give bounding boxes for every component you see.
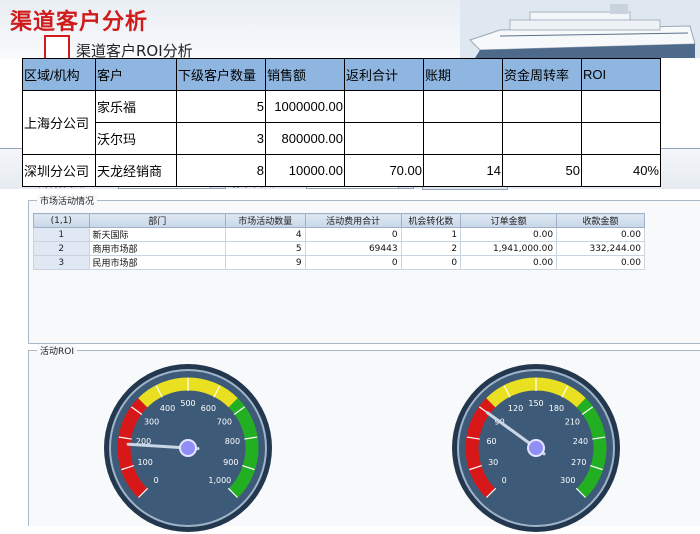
gauge-tick-label: 30 xyxy=(488,458,498,467)
customer-cell: 天龙经销商 xyxy=(95,154,177,187)
dept-cell[interactable]: 商用市场部 xyxy=(88,241,226,256)
gauge-tick-label: 120 xyxy=(508,404,523,413)
table-row[interactable]: 3 民用市场部 9 0 0 0.00 0.00 xyxy=(33,255,645,270)
market-activity-panel: 市场活动情况 (1,1) 部门 市场活动数量 活动费用合计 机会转化数 订单金额… xyxy=(28,194,700,344)
turnover-cell xyxy=(502,122,582,155)
column-header: 客户 xyxy=(95,58,177,91)
column-header[interactable]: 收款金额 xyxy=(556,213,645,228)
gauge-tick-label: 400 xyxy=(160,404,175,413)
customer-cell: 家乐福 xyxy=(95,90,177,123)
sub-count-cell: 8 xyxy=(176,154,266,187)
gauge-tick-label: 100 xyxy=(138,458,153,467)
gauge-tick-label: 500 xyxy=(180,399,195,408)
cost-cell[interactable]: 0 xyxy=(304,227,402,242)
market-activity-legend: 市场活动情况 xyxy=(37,194,98,207)
order-amount-cell[interactable]: 0.00 xyxy=(460,255,558,270)
table-row[interactable]: 1 新天国际 4 0 1 0.00 0.00 xyxy=(33,227,645,242)
roi-cell xyxy=(581,90,661,123)
sales-cell: 10000.00 xyxy=(265,154,345,187)
count-cell[interactable]: 9 xyxy=(224,255,306,270)
rebate-cell: 70.00 xyxy=(344,154,424,187)
conversion-cell[interactable]: 1 xyxy=(400,227,462,242)
column-header[interactable]: 活动费用合计 xyxy=(304,213,402,228)
column-header: 下级客户数量 xyxy=(176,58,266,91)
gauge-tick-label: 210 xyxy=(565,418,580,427)
table-row: 深圳分公司 天龙经销商 8 10000.00 70.00 14 50 40% xyxy=(22,154,661,187)
column-header: 返利合计 xyxy=(344,58,424,91)
gauge-tick-label: 700 xyxy=(217,418,232,427)
grid-corner-cell[interactable]: (1,1) xyxy=(33,213,90,228)
column-header: 资金周转率 xyxy=(502,58,582,91)
table-row: 上海分公司 家乐福 5 1000000.00 xyxy=(22,90,661,155)
column-header[interactable]: 订单金额 xyxy=(460,213,558,228)
gauge-tick-label: 600 xyxy=(201,404,216,413)
count-cell[interactable]: 5 xyxy=(224,241,306,256)
dept-cell[interactable]: 民用市场部 xyxy=(88,255,226,270)
cost-cell[interactable]: 69443 xyxy=(304,241,402,256)
cost-cell[interactable]: 0 xyxy=(304,255,402,270)
gauge-tick-label: 900 xyxy=(223,458,238,467)
region-cell: 深圳分公司 xyxy=(22,154,96,187)
sales-cell: 800000.00 xyxy=(265,122,345,155)
market-activity-grid: (1,1) 部门 市场活动数量 活动费用合计 机会转化数 订单金额 收款金额 1… xyxy=(33,213,645,270)
cruise-ship-image xyxy=(460,0,700,58)
gauge-tick-label: 800 xyxy=(225,437,240,446)
region-cell: 上海分公司 xyxy=(22,90,96,155)
channel-summary-table: 区域/机构 客户 下级客户数量 销售额 返利合计 账期 资金周转率 ROI 上海… xyxy=(22,58,661,187)
receipt-amount-cell[interactable]: 332,244.00 xyxy=(556,241,645,256)
roi-cell: 40% xyxy=(581,154,661,187)
roi-cell xyxy=(581,122,661,155)
gauge-hub xyxy=(527,439,545,457)
column-header[interactable]: 市场活动数量 xyxy=(224,213,306,228)
count-cell[interactable]: 4 xyxy=(224,227,306,242)
gauge-tick-label: 300 xyxy=(560,476,575,485)
conversion-cell[interactable]: 0 xyxy=(400,255,462,270)
table-row: 沃尔玛 3 800000.00 xyxy=(23,122,661,155)
column-header: 销售额 xyxy=(265,58,345,91)
dept-cell[interactable]: 新天国际 xyxy=(88,227,226,242)
term-cell: 14 xyxy=(423,154,503,187)
gauge-tick-label: 1,000 xyxy=(208,476,231,485)
column-header[interactable]: 部门 xyxy=(88,213,226,228)
receipt-amount-cell[interactable]: 0.00 xyxy=(556,227,645,242)
sub-count-cell: 3 xyxy=(176,122,266,155)
conversion-cell[interactable]: 2 xyxy=(400,241,462,256)
term-cell xyxy=(423,122,503,155)
column-header: 账期 xyxy=(423,58,503,91)
roi-gauge-right: 0306090120150180210240270300 xyxy=(452,364,620,532)
slide-title: 渠道客户分析 xyxy=(10,10,149,35)
rebate-cell xyxy=(344,90,424,123)
sub-count-cell: 5 xyxy=(176,90,266,123)
gauge-tick-label: 0 xyxy=(154,476,159,485)
gauge-tick-label: 0 xyxy=(502,476,507,485)
gauge-tick-label: 60 xyxy=(486,437,496,446)
row-index[interactable]: 2 xyxy=(33,241,90,256)
gauge-tick-label: 180 xyxy=(549,404,564,413)
gauge-tick-label: 240 xyxy=(573,437,588,446)
activity-roi-legend: 活动ROI xyxy=(37,344,77,357)
column-header: ROI xyxy=(581,58,661,91)
row-index[interactable]: 3 xyxy=(33,255,90,270)
column-header: 区域/机构 xyxy=(22,58,96,91)
sales-cell: 1000000.00 xyxy=(265,90,345,123)
customer-cell: 沃尔玛 xyxy=(95,122,177,155)
gauge-tick-label: 150 xyxy=(528,399,543,408)
receipt-amount-cell[interactable]: 0.00 xyxy=(556,255,645,270)
gauge-tick-label: 300 xyxy=(144,418,159,427)
roi-gauge-left: 01002003004005006007008009001,000 xyxy=(104,364,272,532)
rebate-cell xyxy=(344,122,424,155)
turnover-cell: 50 xyxy=(502,154,582,187)
order-amount-cell[interactable]: 1,941,000.00 xyxy=(460,241,558,256)
gauge-tick-label: 270 xyxy=(571,458,586,467)
term-cell xyxy=(423,90,503,123)
order-amount-cell[interactable]: 0.00 xyxy=(460,227,558,242)
column-header[interactable]: 机会转化数 xyxy=(400,213,462,228)
turnover-cell xyxy=(502,90,582,123)
row-index[interactable]: 1 xyxy=(33,227,90,242)
table-row[interactable]: 2 商用市场部 5 69443 2 1,941,000.00 332,244.0… xyxy=(33,241,645,256)
gauge-hub xyxy=(179,439,197,457)
